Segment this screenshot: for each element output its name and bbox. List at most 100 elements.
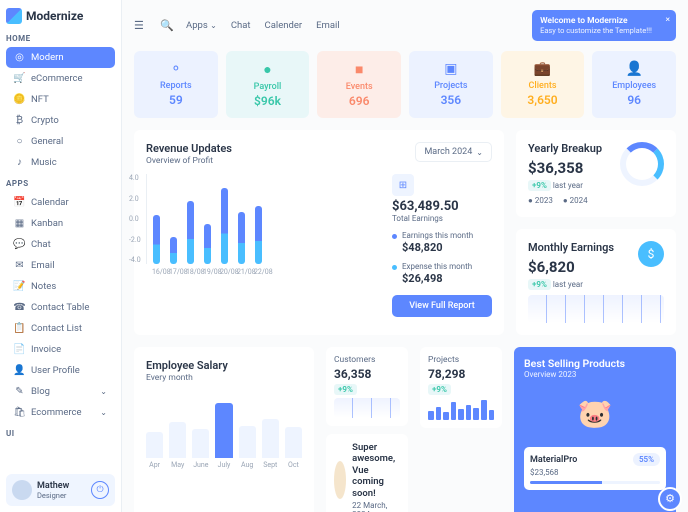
mini-value: 78,298 (428, 367, 494, 381)
bar (204, 224, 211, 265)
topnav-chat[interactable]: Chat (231, 20, 251, 31)
nav-blog[interactable]: ✎Blog⌄ (6, 381, 115, 402)
main: ☰ 🔍 Apps ⌄ Chat Calender Email Welcome t… (122, 0, 688, 512)
crypto-icon: ₿ (14, 115, 25, 126)
banner-title: Welcome to Modernize (540, 16, 652, 26)
y-axis: 4.02.00.0-2.0-4.0 (129, 174, 141, 264)
circle-icon: ○ (14, 136, 25, 147)
user-card: Mathew Designer ⏻ (6, 474, 115, 506)
table-icon: ☎ (14, 302, 25, 313)
event-avatar (334, 461, 346, 499)
nav-crypto[interactable]: ₿ Crypto (6, 110, 115, 131)
trend-badge: +9% (428, 384, 451, 395)
file-icon: 📄 (14, 344, 25, 355)
sparkline (528, 295, 664, 323)
nav-modern[interactable]: ◎Modern (6, 47, 115, 68)
nav-kanban[interactable]: ▦Kanban (6, 213, 115, 234)
legend-2023: ● 2023 (528, 196, 553, 205)
user-name: Mathew (37, 481, 86, 491)
nav-label: Crypto (31, 115, 59, 126)
chevron-down-icon: ⌄ (100, 387, 107, 396)
stat-employees[interactable]: 👤Employees96 (592, 51, 676, 118)
nav-calendar[interactable]: 📅Calendar (6, 192, 115, 213)
stat-reports[interactable]: ⚬Reports59 (134, 51, 218, 118)
card-sub: Overview of Profit (146, 156, 232, 166)
stat-label: Reports (140, 81, 212, 91)
mail-icon: ✉ (14, 260, 25, 271)
nav-label: Invoice (31, 344, 61, 355)
chevron-down-icon: ⌄ (476, 148, 483, 157)
nav-music[interactable]: ♪Music (6, 152, 115, 173)
nav-chat[interactable]: 💬Chat (6, 234, 115, 255)
yearly-breakup-card: Yearly Breakup $36,358 +9% last year ● 2… (516, 130, 676, 217)
nav-label: Calendar (31, 197, 69, 208)
list-icon: 📋 (14, 323, 25, 334)
blog-icon: ✎ (14, 386, 25, 397)
bar (170, 237, 177, 264)
menu-icon[interactable]: ☰ (134, 19, 148, 33)
grid-icon: ⊞ (392, 174, 414, 196)
nav-label: Notes (31, 281, 56, 292)
event-card: Super awesome, Vue coming soon! 22 March… (326, 434, 408, 512)
coin-icon: 🪙 (14, 94, 25, 105)
stat-events[interactable]: ■Events696 (317, 51, 401, 118)
topnav-label: Apps (186, 20, 208, 31)
stat-value: 356 (415, 93, 487, 107)
calendar-icon: ■ (323, 61, 395, 78)
bar-sparkline (428, 398, 494, 420)
sidebar: Modernize HOME ◎Modern 🛒eCommerce 🪙NFT ₿… (0, 0, 122, 512)
salary-chart (146, 393, 302, 458)
nav-label: Music (31, 157, 57, 168)
person-icon: 👤 (598, 61, 670, 77)
brand-logo[interactable]: Modernize (6, 8, 115, 24)
metric-value: $48,820 (402, 241, 492, 254)
stat-payroll[interactable]: ●Payroll$96k (226, 51, 310, 118)
nav-contact-table[interactable]: ☎Contact Table (6, 297, 115, 318)
avatar[interactable] (12, 480, 32, 500)
mini-label: Projects (428, 355, 494, 365)
stat-projects[interactable]: ▣Projects356 (409, 51, 493, 118)
logout-button[interactable]: ⏻ (91, 481, 109, 499)
nav-ecommerce[interactable]: 🛒eCommerce (6, 68, 115, 89)
nav-general[interactable]: ○General (6, 131, 115, 152)
money-icon: ● (232, 61, 304, 78)
bsp-sub: Overview 2023 (524, 370, 666, 379)
nav-label: eCommerce (31, 73, 82, 84)
sparkline (334, 398, 400, 418)
nav-email[interactable]: ✉Email (6, 255, 115, 276)
period-dropdown[interactable]: March 2024⌄ (415, 142, 492, 162)
trend-label: last year (553, 181, 583, 190)
chat-icon: 💬 (14, 239, 25, 250)
stat-clients[interactable]: 💼Clients3,650 (501, 51, 585, 118)
banner-sub: Easy to customize the Template!!! (540, 26, 652, 35)
revenue-card: Revenue Updates Overview of Profit March… (134, 130, 504, 335)
topnav-email[interactable]: Email (316, 20, 340, 31)
share-icon: ⚬ (140, 61, 212, 77)
search-icon[interactable]: 🔍 (160, 19, 174, 33)
nav-notes[interactable]: 📝Notes (6, 276, 115, 297)
trend-label: last year (553, 280, 583, 289)
event-date: 22 March, 2024 (352, 501, 400, 512)
settings-fab[interactable]: ⚙ (658, 487, 682, 511)
close-icon[interactable]: × (665, 15, 670, 25)
projects-card: Projects 78,298 +9% (420, 347, 502, 428)
welcome-banner: Welcome to Modernize Easy to customize t… (532, 10, 676, 41)
x-axis: 16/0817/0818/0819/0820/0821/0822/08 (146, 268, 380, 276)
topnav-apps[interactable]: Apps ⌄ (186, 20, 217, 31)
product-pct: 55% (633, 453, 660, 466)
nav-contact-list[interactable]: 📋Contact List (6, 318, 115, 339)
stat-value: $96k (232, 94, 304, 108)
card-title: Employee Salary (146, 359, 302, 372)
nav-nft[interactable]: 🪙 NFT (6, 89, 115, 110)
salary-card: Employee Salary Every month AprMayJuneJu… (134, 347, 314, 512)
nav-user-profile[interactable]: 👤User Profile (6, 360, 115, 381)
event-title: Super awesome, Vue coming soon! (352, 442, 400, 499)
topnav-calendar[interactable]: Calender (265, 20, 303, 31)
nav-ecommerce-2[interactable]: 🛍Ecommerce⌄ (6, 402, 115, 423)
nav-label: Kanban (31, 218, 63, 229)
nav-label: NFT (31, 94, 49, 105)
stat-label: Clients (507, 81, 579, 91)
nav-invoice[interactable]: 📄 Invoice (6, 339, 115, 360)
chevron-down-icon: ⌄ (210, 21, 217, 30)
view-report-button[interactable]: View Full Report (392, 295, 492, 317)
